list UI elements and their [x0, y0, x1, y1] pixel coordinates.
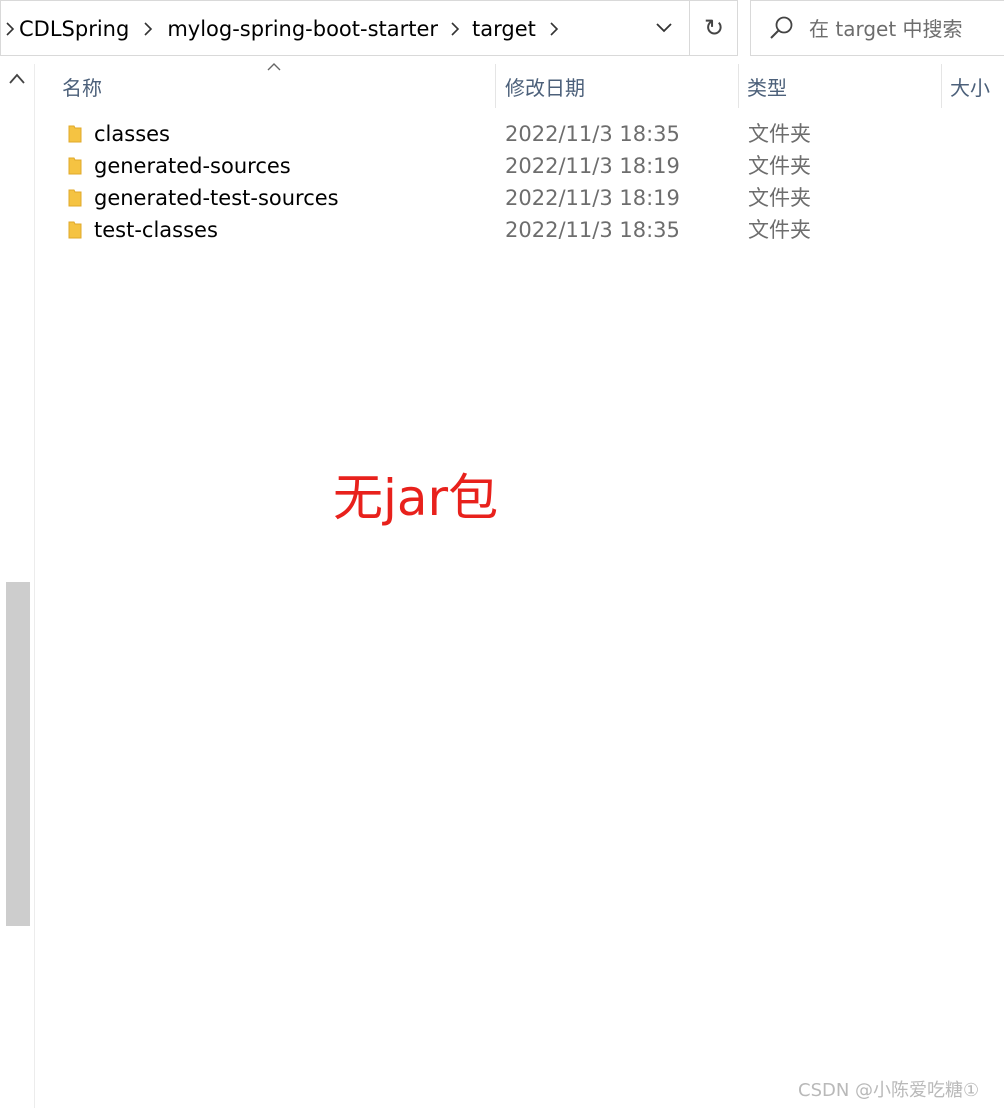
address-history-dropdown-button[interactable]	[639, 1, 689, 55]
folder-icon	[68, 125, 82, 143]
file-type: 文件夹	[748, 154, 811, 178]
chevron-down-icon	[656, 23, 672, 33]
search-box[interactable]	[750, 0, 1004, 56]
file-date: 2022/11/3 18:19	[505, 186, 680, 210]
breadcrumb-item-target[interactable]: target	[472, 17, 536, 41]
folder-icon	[68, 189, 82, 207]
column-header-date[interactable]: 修改日期	[505, 64, 585, 108]
file-row[interactable]: test-classes 2022/11/3 18:35 文件夹	[34, 214, 1004, 246]
navigation-pane[interactable]	[0, 64, 35, 1108]
column-header-size[interactable]: 大小	[950, 64, 990, 108]
file-date: 2022/11/3 18:35	[505, 122, 680, 146]
file-name: generated-sources	[94, 154, 291, 178]
file-name: generated-test-sources	[94, 186, 339, 210]
refresh-button[interactable]: ↻	[689, 1, 738, 55]
file-type: 文件夹	[748, 122, 811, 146]
file-row[interactable]: classes 2022/11/3 18:35 文件夹	[34, 118, 1004, 150]
file-date: 2022/11/3 18:19	[505, 154, 680, 178]
breadcrumb-item-cdlspring[interactable]: CDLSpring	[19, 17, 129, 41]
address-bar[interactable]: CDLSpring mylog-spring-boot-starter targ…	[0, 0, 738, 56]
scroll-up-icon[interactable]	[8, 72, 26, 86]
breadcrumb: CDLSpring mylog-spring-boot-starter targ…	[1, 1, 572, 57]
breadcrumb-chevron-icon[interactable]	[438, 1, 472, 57]
breadcrumb-chevron-icon[interactable]	[129, 1, 167, 57]
search-icon	[770, 16, 793, 39]
column-divider[interactable]	[941, 64, 942, 108]
file-type: 文件夹	[748, 218, 811, 242]
search-input[interactable]	[809, 11, 999, 47]
column-header: 名称 修改日期 类型 大小	[34, 63, 1004, 108]
column-divider[interactable]	[495, 64, 496, 108]
annotation-text: 无jar包	[333, 469, 499, 527]
breadcrumb-item-starter[interactable]: mylog-spring-boot-starter	[167, 17, 438, 41]
file-row[interactable]: generated-sources 2022/11/3 18:19 文件夹	[34, 150, 1004, 182]
file-name: classes	[94, 122, 170, 146]
folder-icon	[68, 221, 82, 239]
file-type: 文件夹	[748, 186, 811, 210]
folder-icon	[68, 157, 82, 175]
breadcrumb-chevron-icon[interactable]	[536, 1, 572, 57]
watermark: CSDN @小陈爱吃糖①	[798, 1080, 980, 1101]
column-header-type[interactable]: 类型	[747, 64, 787, 108]
refresh-icon: ↻	[703, 14, 725, 42]
file-row[interactable]: generated-test-sources 2022/11/3 18:19 文…	[34, 182, 1004, 214]
file-name: test-classes	[94, 218, 218, 242]
breadcrumb-chevron-icon[interactable]	[1, 1, 19, 57]
sort-ascending-icon	[267, 63, 281, 71]
navigation-scrollbar-thumb[interactable]	[6, 582, 30, 926]
column-header-name[interactable]: 名称	[62, 64, 102, 108]
column-divider[interactable]	[738, 64, 739, 108]
file-date: 2022/11/3 18:35	[505, 218, 680, 242]
